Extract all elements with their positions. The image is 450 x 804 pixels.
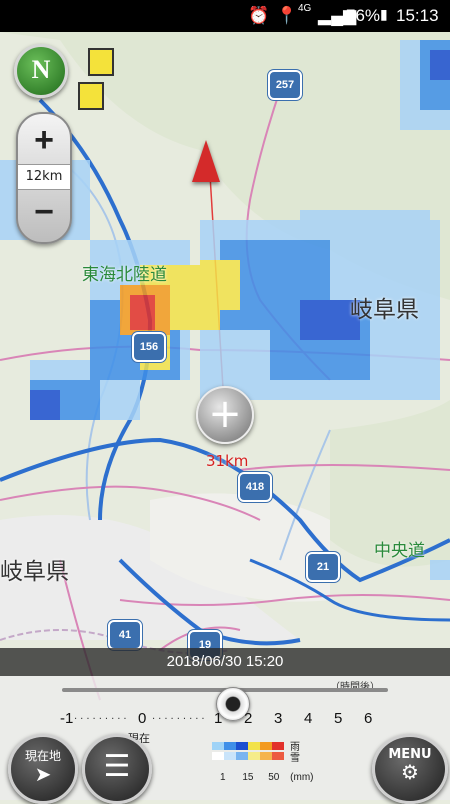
- legend-swatch: [248, 742, 260, 750]
- battery-percent: 76%: [346, 6, 381, 25]
- legend-swatch: [224, 752, 236, 760]
- battery-icon: ▮: [380, 6, 388, 22]
- legend-swatch: [212, 752, 224, 760]
- snow-legend-label: 雪: [290, 753, 300, 764]
- route-shield-41: 41: [108, 620, 142, 650]
- heading-arrow-icon: [192, 140, 220, 182]
- snow-color-scale: [212, 752, 322, 760]
- route-shield-156: 156: [132, 332, 166, 362]
- legend-swatch: [260, 742, 272, 750]
- route-shield-418: 418: [238, 472, 272, 502]
- current-location-button[interactable]: 現在地 ➤: [8, 734, 78, 804]
- clock: 15:13: [396, 6, 439, 25]
- tick-label: 1: [214, 710, 223, 727]
- legend-swatch: [248, 752, 260, 760]
- tick-label: 5: [334, 710, 343, 727]
- zoom-out-button[interactable]: −: [18, 190, 70, 234]
- legend-swatch: [236, 742, 248, 750]
- gear-icon: ⚙: [401, 760, 419, 784]
- tick-label: 6: [364, 710, 373, 727]
- zoom-scale: 12km: [18, 164, 70, 190]
- menu-button[interactable]: MENU ⚙: [372, 734, 448, 804]
- tick-label: 0: [138, 710, 147, 727]
- parking-marker-icon[interactable]: [78, 82, 104, 110]
- legend-swatch: [272, 742, 284, 750]
- center-crosshair-icon[interactable]: +: [196, 386, 254, 444]
- rain-color-scale: [212, 742, 322, 750]
- expressway-label: 中央道: [374, 541, 425, 561]
- zoom-in-button[interactable]: +: [18, 118, 70, 162]
- compass-letter: N: [31, 55, 51, 84]
- network-type: 4G: [298, 3, 312, 14]
- tick-label: 2: [244, 710, 253, 727]
- compass-button[interactable]: N: [14, 44, 68, 98]
- route-shield-21: 21: [306, 552, 340, 582]
- status-bar: ⏰ 📍 4G ▂▄▆ 76% ▮ 15:13: [0, 0, 450, 32]
- legend-swatch: [260, 752, 272, 760]
- tick-dots: ·········: [152, 714, 208, 725]
- prefecture-label: 岐阜県: [350, 297, 419, 323]
- precipitation-legend: 雨 雪 1 15 50 (mm): [212, 740, 322, 796]
- tick-label: 4: [304, 710, 313, 727]
- tick-label: -1: [60, 710, 74, 727]
- zoom-control: + 12km −: [16, 112, 72, 244]
- timeline-slider-track[interactable]: [62, 687, 388, 721]
- navigation-arrow-icon: ➤: [34, 762, 52, 786]
- tick-label: 3: [274, 710, 283, 727]
- list-icon: ☰: [103, 749, 131, 784]
- list-button[interactable]: ☰: [82, 734, 152, 804]
- legend-value: 15: [242, 772, 254, 783]
- legend-scale-labels: 1 15 50 (mm): [220, 772, 313, 783]
- legend-swatch: [212, 742, 224, 750]
- distance-label: 31km: [206, 452, 249, 470]
- alarm-icon: ⏰: [248, 6, 270, 25]
- prefecture-label: 岐阜県: [0, 559, 69, 585]
- location-pin-icon: 📍: [276, 6, 298, 25]
- legend-swatch: [272, 752, 284, 760]
- legend-value: 50: [268, 772, 280, 783]
- route-shield-257: 257: [268, 70, 302, 100]
- forecast-datetime: 2018/06/30 15:20: [0, 648, 450, 676]
- expressway-label: 東海北陸道: [82, 265, 167, 285]
- legend-swatch: [236, 752, 248, 760]
- parking-marker-icon[interactable]: [88, 48, 114, 76]
- timeline-ticks: -1 ········· 0 ········· 1 2 3 4 5 6: [60, 710, 390, 730]
- legend-value: 1: [220, 772, 226, 783]
- legend-unit: (mm): [290, 772, 314, 783]
- legend-swatch: [224, 742, 236, 750]
- tick-dots: ·········: [74, 714, 130, 725]
